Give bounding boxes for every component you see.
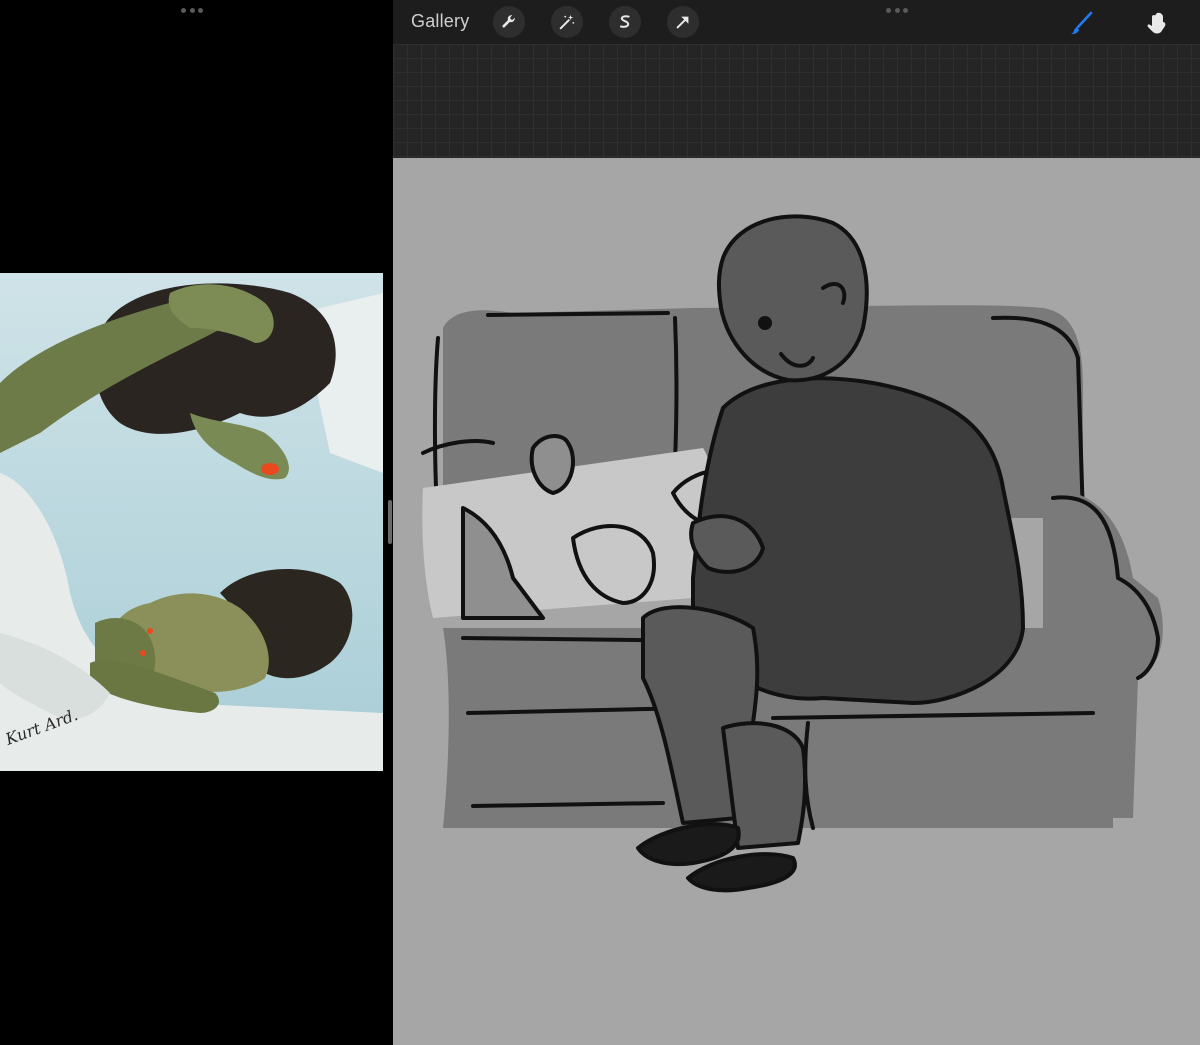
brush-icon <box>1071 11 1093 35</box>
sketch-artwork <box>421 214 1163 893</box>
multitasking-handle-right[interactable] <box>886 6 908 14</box>
divider-handle[interactable] <box>388 500 392 544</box>
transform-button[interactable] <box>667 6 699 38</box>
adjustments-button[interactable] <box>551 6 583 38</box>
arrow-cursor-icon <box>676 16 689 29</box>
split-view-screen: Kurt Ard. Gallery <box>0 0 1200 1045</box>
actions-button[interactable] <box>493 6 525 38</box>
canvas-grid-overflow <box>393 44 1200 158</box>
wrench-icon <box>502 15 515 28</box>
selection-s-icon <box>619 15 630 28</box>
smudge-finger-icon <box>1147 12 1166 34</box>
reference-app-pane: Kurt Ard. <box>0 0 387 1045</box>
selection-button[interactable] <box>609 6 641 38</box>
multitasking-handle[interactable] <box>181 6 203 14</box>
magic-wand-icon <box>559 14 575 30</box>
drawing-canvas[interactable] <box>393 158 1200 1045</box>
brush-tool-button[interactable] <box>1065 6 1099 40</box>
drawing-app-pane: Gallery <box>393 0 1200 1045</box>
gallery-button[interactable]: Gallery <box>411 11 469 32</box>
reference-photo: Kurt Ard. <box>0 273 383 771</box>
top-toolbar: Gallery <box>393 0 1200 44</box>
smudge-tool-button[interactable] <box>1139 6 1173 40</box>
